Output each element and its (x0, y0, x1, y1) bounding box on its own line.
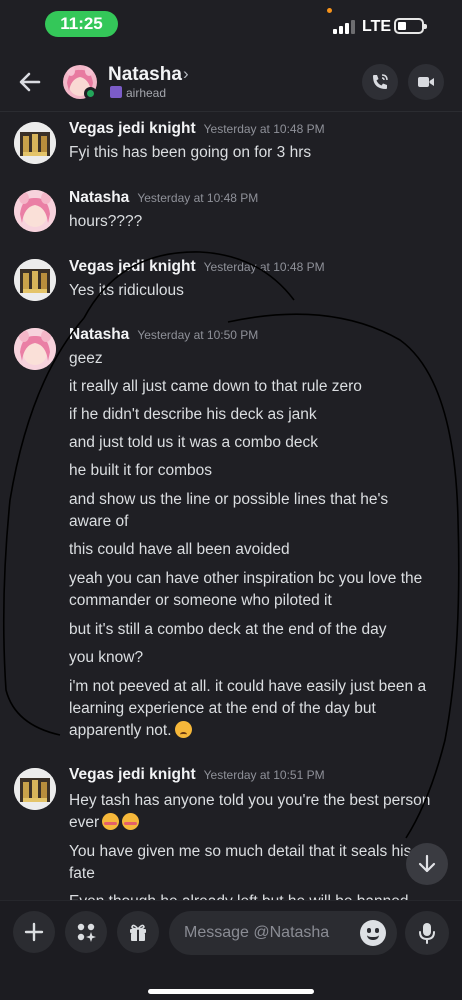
avatar[interactable] (14, 768, 56, 810)
plus-icon (24, 922, 44, 942)
message-list[interactable]: Vegas jedi knight Yesterday at 10:48 PM F… (0, 113, 462, 900)
smiling-face-with-hearts-emoji-icon (102, 813, 120, 830)
message-text: Fyi this has been going on for 3 hrs (69, 144, 312, 161)
status-emoji-icon (110, 86, 122, 98)
signal-icon (333, 20, 355, 34)
online-status-dot (84, 87, 97, 100)
status-time: 11:25 (45, 11, 118, 37)
voice-message-button[interactable] (405, 911, 449, 955)
message-author[interactable]: Natasha Yesterday at 10:48 PM (69, 189, 258, 207)
message-timestamp: Yesterday at 10:51 PM (203, 768, 325, 782)
message-text: you know? (69, 649, 144, 666)
home-indicator[interactable] (148, 989, 314, 994)
message-text: but it's still a combo deck at the end o… (69, 621, 387, 638)
message-text: this could have all been avoided (69, 541, 290, 558)
message-text: apparently not. (69, 720, 454, 741)
message-text: and show us the line or possible lines t… (69, 491, 389, 508)
avatar[interactable] (14, 328, 56, 370)
scroll-to-bottom-button[interactable] (406, 843, 448, 885)
video-camera-icon (418, 77, 434, 87)
gift-button[interactable] (117, 911, 159, 953)
avatar[interactable] (14, 122, 56, 164)
custom-status-text: airhead (126, 86, 167, 100)
message-timestamp: Yesterday at 10:48 PM (203, 260, 325, 274)
message-text: aware of (69, 513, 129, 530)
message-text: Yes its ridiculous (69, 282, 184, 299)
message-timestamp: Yesterday at 10:48 PM (137, 191, 259, 205)
message-text: i'm not peeved at all. it could have eas… (69, 678, 427, 695)
message-author[interactable]: Natasha Yesterday at 10:50 PM (69, 326, 258, 344)
privacy-indicator-dot (327, 8, 332, 13)
apps-button[interactable] (65, 911, 107, 953)
message-text: Even though he already left but he will … (69, 891, 454, 900)
gift-icon (130, 924, 146, 941)
message-text: and just told us it was a combo deck (69, 434, 318, 451)
message-text: hours???? (69, 213, 143, 230)
avatar[interactable] (14, 190, 56, 232)
chat-header: Natasha › airhead (0, 50, 462, 112)
back-arrow-icon (19, 72, 41, 92)
message-text: it really all just came down to that rul… (69, 378, 362, 395)
frowning-face-emoji-icon (174, 721, 192, 738)
message-author[interactable]: Vegas jedi knight Yesterday at 10:48 PM (69, 258, 325, 276)
emoji-picker-icon[interactable] (360, 920, 386, 946)
microphone-icon (419, 923, 435, 944)
message-timestamp: Yesterday at 10:48 PM (203, 122, 325, 136)
message-text: yeah you can have other inspiration bc y… (69, 570, 423, 587)
arrow-down-icon (418, 854, 436, 873)
avatar[interactable] (14, 259, 56, 301)
message-text: if he didn't describe his deck as jank (69, 406, 317, 423)
battery-icon (394, 18, 427, 34)
message-text: learning experience at the end of the da… (69, 700, 376, 717)
message-author[interactable]: Vegas jedi knight Yesterday at 10:51 PM (69, 766, 325, 784)
message-text: he built it for combos (69, 462, 213, 479)
network-label: LTE (362, 18, 392, 35)
apps-sparkle-icon (77, 923, 96, 942)
message-text: Hey tash has anyone told you you're the … (69, 792, 431, 809)
phone-call-icon (373, 74, 388, 89)
chevron-right-icon[interactable]: › (183, 64, 189, 84)
message-text: commander or someone who piloted it (69, 592, 332, 609)
message-timestamp: Yesterday at 10:50 PM (137, 328, 259, 342)
voice-call-button[interactable] (362, 64, 398, 100)
message-composer (0, 900, 462, 1000)
back-button[interactable] (14, 66, 46, 98)
message-text: geez (69, 350, 103, 367)
status-bar: 11:25 LTE (0, 0, 462, 50)
page-title[interactable]: Natasha (108, 64, 182, 86)
message-text: fate (69, 865, 95, 882)
smiling-face-with-hearts-emoji-icon (122, 813, 140, 830)
message-text: You have given me so much detail that it… (69, 843, 412, 860)
add-attachment-button[interactable] (13, 911, 55, 953)
message-author[interactable]: Vegas jedi knight Yesterday at 10:48 PM (69, 120, 325, 138)
custom-status: airhead (110, 86, 166, 100)
message-text: ever (69, 812, 454, 833)
video-call-button[interactable] (408, 64, 444, 100)
